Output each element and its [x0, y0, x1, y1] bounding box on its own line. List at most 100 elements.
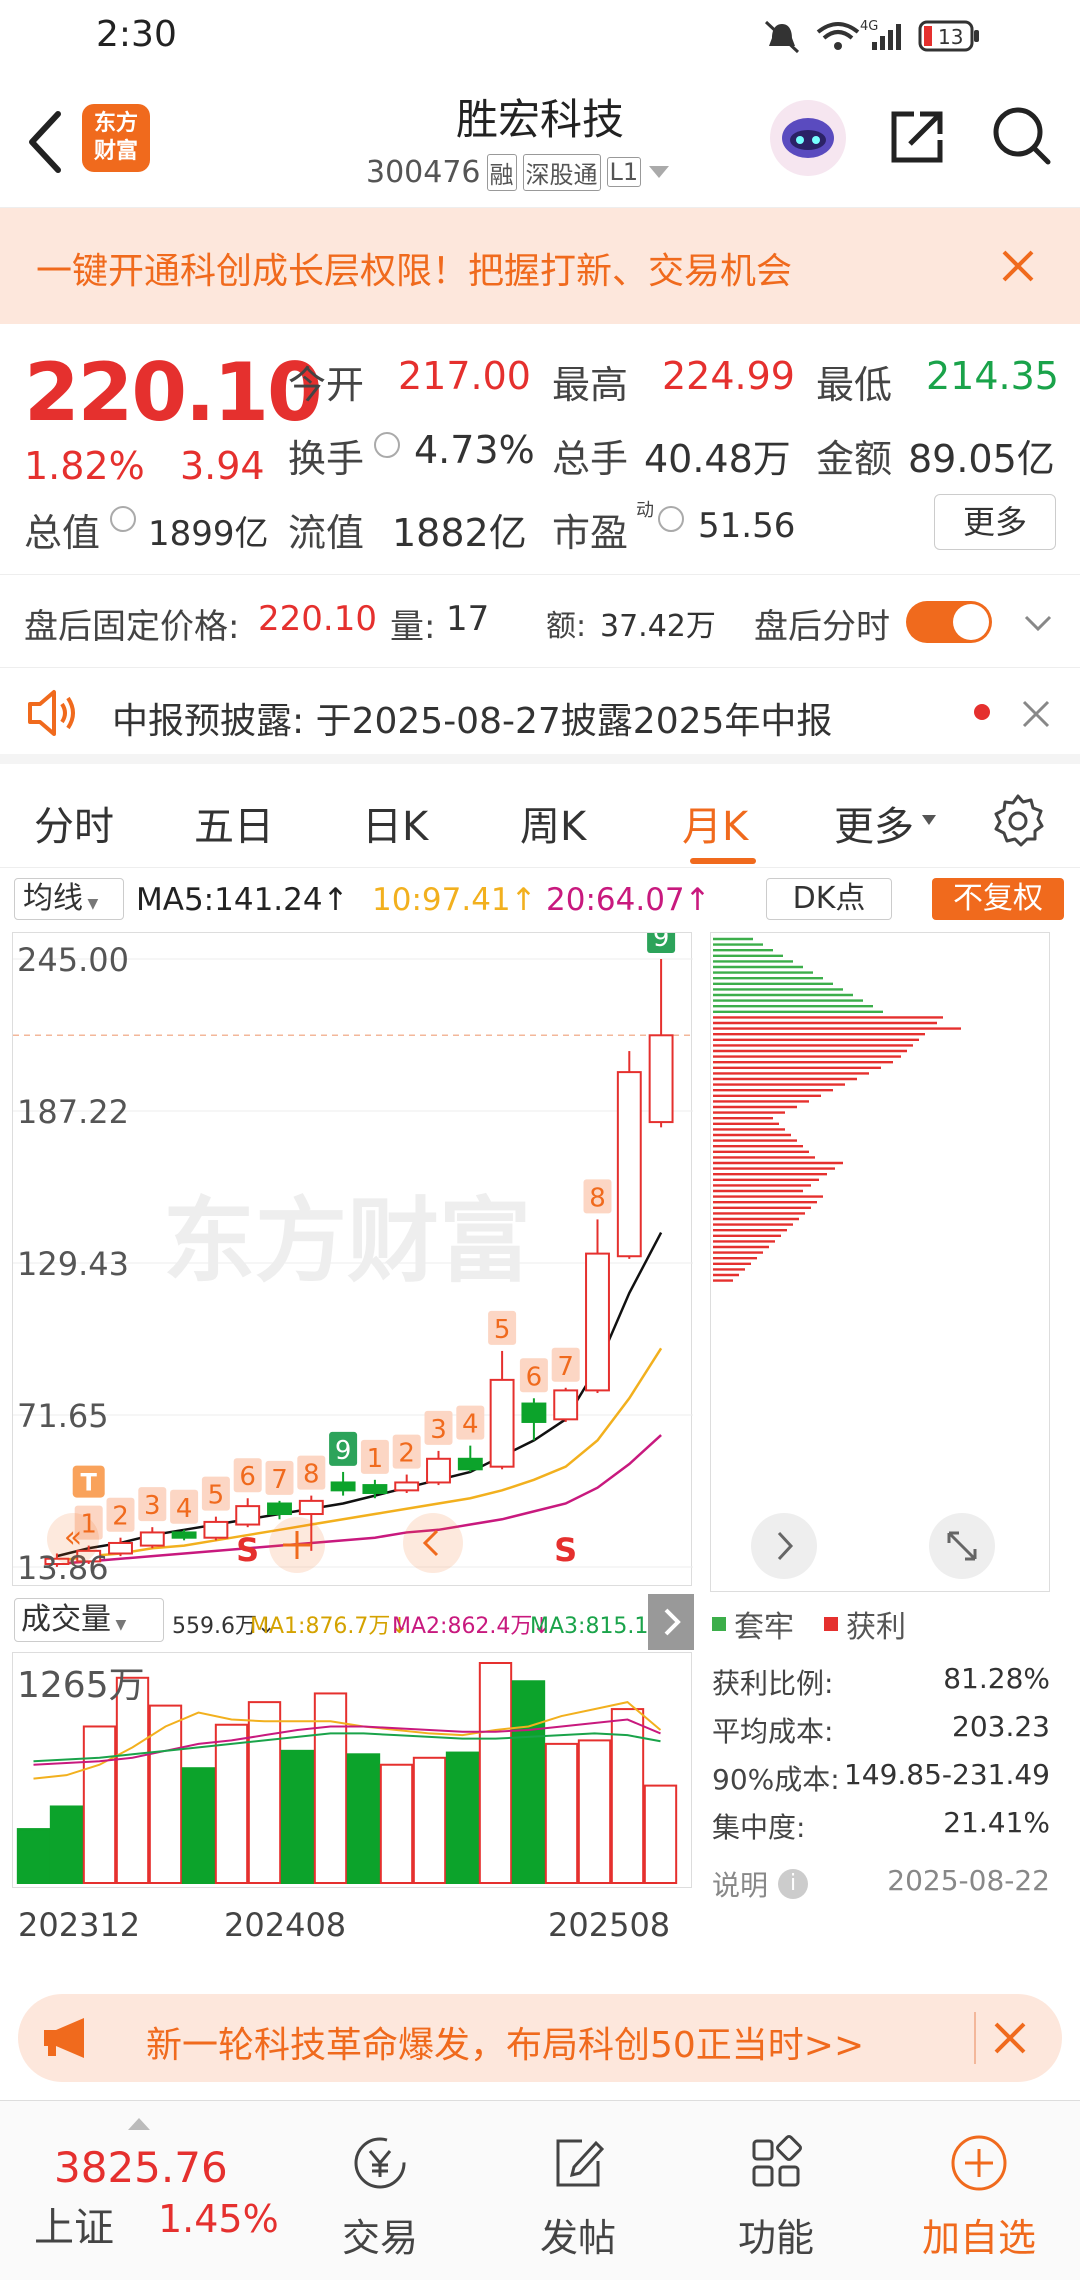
- svg-text:T: T: [81, 1469, 98, 1497]
- nav-add-watchlist[interactable]: 加自选: [904, 2119, 1054, 2269]
- dk-point-button[interactable]: DK点: [766, 878, 892, 920]
- gear-icon: [994, 794, 1044, 847]
- tab-monthly-k[interactable]: 月K: [682, 794, 748, 852]
- high-value: 224.99: [662, 354, 795, 398]
- nav-post-label: 发帖: [539, 2216, 616, 2260]
- index-value: 3825.76: [54, 2143, 228, 2192]
- permission-banner[interactable]: 一键开通科创成长层权限！把握打新、交易机会: [0, 208, 1080, 324]
- volume-panel-toggle[interactable]: [648, 1594, 694, 1650]
- volume-bar: [346, 1753, 381, 1884]
- concentration-label: 集中度:: [712, 1811, 806, 1844]
- settings-button[interactable]: [990, 792, 1046, 848]
- vol-ma2: MA2:862.4万↓: [392, 1614, 551, 1639]
- ah-toggle[interactable]: [906, 601, 992, 643]
- expand-button[interactable]: [1020, 605, 1056, 641]
- sequence-label: 2: [106, 1497, 135, 1532]
- low-label: 最低: [816, 363, 893, 407]
- share-icon: [891, 111, 943, 163]
- chevron-right-icon: [664, 1608, 681, 1636]
- candle: [616, 1051, 642, 1259]
- nav-trade-label: 交易: [341, 2216, 418, 2260]
- stock-code-row[interactable]: 300476 融 深股通 L1: [366, 152, 671, 192]
- svg-text:7: 7: [557, 1352, 574, 1382]
- edit-icon: [556, 2139, 605, 2187]
- after-hours-row: 盘后固定价格: 220.10 量: 17 额: 37.42万 盘后分时: [0, 574, 1080, 668]
- search-button[interactable]: [988, 102, 1054, 168]
- sequence-label: 9: [647, 919, 676, 953]
- ah-qty: 17: [446, 599, 490, 639]
- crosshair-button[interactable]: [269, 1517, 325, 1573]
- candle: [394, 1474, 420, 1493]
- info-dots-icon[interactable]: [374, 432, 400, 458]
- grid-icon: [752, 2135, 802, 2187]
- info-dots-icon[interactable]: [110, 506, 136, 532]
- sequence-label: 1: [360, 1439, 389, 1474]
- sequence-label: 4: [456, 1405, 485, 1440]
- avg-cost-value: 203.23: [952, 1710, 1050, 1743]
- chip-note[interactable]: 说明 i: [712, 1864, 809, 1904]
- tab-weekly-k[interactable]: 周K: [520, 794, 586, 852]
- sequence-label: 5: [201, 1476, 230, 1511]
- svg-text:8: 8: [303, 1460, 320, 1490]
- nav-trade[interactable]: 交易: [320, 2119, 440, 2269]
- status-icons: 4G 13: [760, 14, 1060, 58]
- volume-type-button[interactable]: 成交量 ▼: [14, 1598, 164, 1642]
- chip-stats: 套牢 获利 获利比例: 81.28% 平均成本: 203.23 90%成本: 1…: [710, 1600, 1050, 1920]
- back-button[interactable]: [22, 102, 72, 182]
- volume-bar: [577, 1739, 612, 1884]
- indicator-type-button[interactable]: 均线 ▼: [14, 878, 124, 920]
- sequence-label: 2: [392, 1434, 421, 1469]
- tab-more[interactable]: 更多: [834, 794, 914, 852]
- concentration-value: 21.41%: [943, 1806, 1050, 1839]
- volume-bar: [49, 1805, 84, 1884]
- battery-icon: 13: [918, 20, 979, 52]
- index-change: 1.45%: [158, 2197, 279, 2241]
- next-button[interactable]: [751, 1513, 817, 1579]
- svg-text:2: 2: [398, 1439, 415, 1469]
- info-dots-icon[interactable]: [658, 506, 684, 532]
- svg-text:6: 6: [239, 1462, 256, 1492]
- svg-text:5: 5: [494, 1315, 511, 1345]
- legend-trapped: 套牢: [734, 1610, 794, 1645]
- expand-chart-button[interactable]: [929, 1513, 995, 1579]
- double-chevron-left-icon[interactable]: «: [47, 1513, 99, 1565]
- prev-button[interactable]: [403, 1513, 463, 1573]
- amount-label: 金额: [816, 437, 893, 481]
- mcap-label: 总值: [24, 511, 101, 555]
- svg-text:7: 7: [271, 1465, 288, 1495]
- tab-five-day[interactable]: 五日: [194, 794, 274, 852]
- promo-banner[interactable]: 新一轮科技革命爆发，布局科创50正当时>>: [18, 1994, 1062, 2082]
- tab-intraday[interactable]: 分时: [34, 794, 114, 852]
- yen-icon: [354, 2137, 406, 2189]
- volume-chart[interactable]: 1265万: [12, 1652, 692, 1888]
- more-quote-button[interactable]: 更多: [934, 494, 1056, 550]
- candle: [139, 1527, 165, 1549]
- nav-function[interactable]: 功能: [716, 2119, 836, 2269]
- index-widget[interactable]: 3825.76 上证 1.45%: [0, 2121, 290, 2261]
- notice-close-button[interactable]: [1018, 696, 1054, 732]
- chart-tabs: 分时 五日 日K 周K 月K 更多: [0, 774, 1080, 868]
- mute-bell-icon: [764, 20, 800, 54]
- svg-text:4G: 4G: [860, 19, 878, 34]
- promo-close-button[interactable]: [990, 2018, 1030, 2058]
- ah-amt-label: 额:: [546, 609, 587, 644]
- close-icon: [1002, 250, 1034, 282]
- nav-post[interactable]: 发帖: [518, 2119, 638, 2269]
- kline-chart[interactable]: 东方财富 123456789123456789TSS 245.00 187.22 1…: [12, 919, 693, 1587]
- no-adjust-button[interactable]: 不复权: [932, 878, 1064, 920]
- kline-svg: 东方财富 1 2 3 4 56 7 89 1 23 456 789TS S 245.00187.221…: [13, 919, 693, 1587]
- assistant-avatar[interactable]: [770, 100, 846, 176]
- banner-text: 一键开通科创成长层权限！把握打新、交易机会: [36, 251, 793, 292]
- share-button[interactable]: [884, 104, 950, 170]
- tab-daily-k[interactable]: 日K: [362, 794, 428, 852]
- chip-distribution[interactable]: [710, 932, 1050, 1592]
- notice-row[interactable]: 中报预披露: 于2025-08-27披露2025年中报: [0, 668, 1080, 764]
- change-pct: 1.82%: [24, 444, 145, 488]
- candle: [553, 1387, 579, 1422]
- sequence-label: 7: [551, 1347, 580, 1382]
- x-axis-labels: 202312 202408 202508: [12, 1888, 692, 1944]
- index-name: 上证: [34, 2205, 114, 2251]
- banner-close-button[interactable]: [998, 246, 1038, 286]
- sequence-label: 6: [233, 1458, 262, 1493]
- ma-bar: 均线 ▼ MA5:141.24↑ 10:97.41↑ 20:64.07↑ DK点…: [0, 872, 1080, 926]
